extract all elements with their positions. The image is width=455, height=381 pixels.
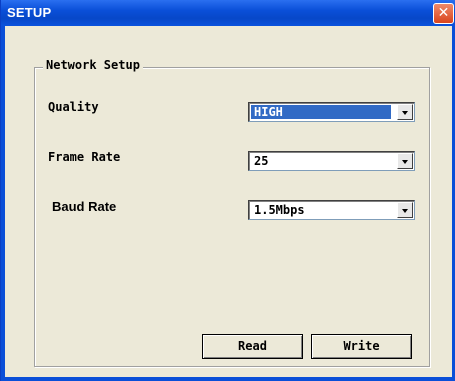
quality-value: HIGH [251,105,391,119]
window-title: SETUP [7,5,52,20]
chevron-down-icon[interactable] [397,153,413,169]
setup-dialog: SETUP ✕ Network Setup Quality HIGH Frame… [0,0,455,381]
group-title: Network Setup [43,58,143,72]
title-bar[interactable]: SETUP ✕ [1,0,455,26]
frame-rate-label: Frame Rate [48,150,121,164]
window-border-left [1,26,5,381]
close-button[interactable]: ✕ [433,3,454,24]
write-button[interactable]: Write [311,334,412,359]
baud-rate-select[interactable]: 1.5Mbps [248,200,415,220]
chevron-down-icon[interactable] [397,202,413,218]
close-icon: ✕ [437,5,450,21]
window-border-bottom [1,377,455,381]
baud-rate-value: 1.5Mbps [254,203,305,217]
quality-label: Quality [48,100,99,114]
quality-select[interactable]: HIGH [248,102,415,122]
read-button[interactable]: Read [202,334,303,359]
frame-rate-value: 25 [254,154,269,168]
chevron-down-icon[interactable] [397,104,413,120]
baud-rate-label: Baud Rate [52,199,117,214]
frame-rate-select[interactable]: 25 [248,151,415,171]
